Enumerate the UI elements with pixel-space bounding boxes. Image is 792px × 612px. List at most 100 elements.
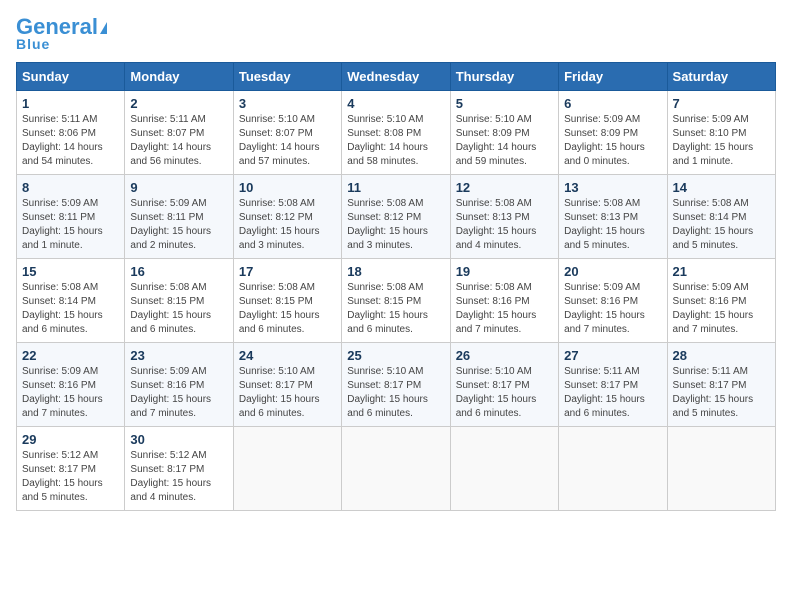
day-info: Sunrise: 5:09 AMSunset: 8:16 PMDaylight:… — [564, 281, 661, 337]
calendar-cell: 8 Sunrise: 5:09 AMSunset: 8:11 PMDayligh… — [17, 175, 125, 259]
day-number: 6 — [564, 96, 661, 111]
week-row-3: 15 Sunrise: 5:08 AMSunset: 8:14 PMDaylig… — [17, 259, 776, 343]
calendar-cell: 3 Sunrise: 5:10 AMSunset: 8:07 PMDayligh… — [233, 91, 341, 175]
calendar-table: SundayMondayTuesdayWednesdayThursdayFrid… — [16, 62, 776, 511]
day-number: 20 — [564, 264, 661, 279]
day-number: 18 — [347, 264, 444, 279]
week-row-1: 1 Sunrise: 5:11 AMSunset: 8:06 PMDayligh… — [17, 91, 776, 175]
day-number: 29 — [22, 432, 119, 447]
calendar-cell: 6 Sunrise: 5:09 AMSunset: 8:09 PMDayligh… — [559, 91, 667, 175]
day-info: Sunrise: 5:08 AMSunset: 8:12 PMDaylight:… — [347, 197, 444, 253]
day-info: Sunrise: 5:08 AMSunset: 8:15 PMDaylight:… — [239, 281, 336, 337]
calendar-cell: 11 Sunrise: 5:08 AMSunset: 8:12 PMDaylig… — [342, 175, 450, 259]
weekday-header-tuesday: Tuesday — [233, 63, 341, 91]
day-number: 26 — [456, 348, 553, 363]
calendar-cell: 15 Sunrise: 5:08 AMSunset: 8:14 PMDaylig… — [17, 259, 125, 343]
calendar-cell: 18 Sunrise: 5:08 AMSunset: 8:15 PMDaylig… — [342, 259, 450, 343]
weekday-header-monday: Monday — [125, 63, 233, 91]
calendar-cell — [450, 427, 558, 511]
day-info: Sunrise: 5:10 AMSunset: 8:17 PMDaylight:… — [239, 365, 336, 421]
page-header: General Blue — [16, 16, 776, 52]
calendar-cell: 28 Sunrise: 5:11 AMSunset: 8:17 PMDaylig… — [667, 343, 775, 427]
day-number: 25 — [347, 348, 444, 363]
weekday-header-thursday: Thursday — [450, 63, 558, 91]
logo-blue: Blue — [16, 36, 50, 52]
calendar-cell: 21 Sunrise: 5:09 AMSunset: 8:16 PMDaylig… — [667, 259, 775, 343]
calendar-cell — [342, 427, 450, 511]
day-info: Sunrise: 5:09 AMSunset: 8:16 PMDaylight:… — [130, 365, 227, 421]
day-info: Sunrise: 5:12 AMSunset: 8:17 PMDaylight:… — [22, 449, 119, 505]
day-number: 10 — [239, 180, 336, 195]
day-number: 19 — [456, 264, 553, 279]
calendar-cell: 17 Sunrise: 5:08 AMSunset: 8:15 PMDaylig… — [233, 259, 341, 343]
calendar-cell: 13 Sunrise: 5:08 AMSunset: 8:13 PMDaylig… — [559, 175, 667, 259]
day-info: Sunrise: 5:11 AMSunset: 8:06 PMDaylight:… — [22, 113, 119, 169]
calendar-cell: 24 Sunrise: 5:10 AMSunset: 8:17 PMDaylig… — [233, 343, 341, 427]
day-info: Sunrise: 5:08 AMSunset: 8:14 PMDaylight:… — [22, 281, 119, 337]
day-number: 7 — [673, 96, 770, 111]
calendar-cell: 19 Sunrise: 5:08 AMSunset: 8:16 PMDaylig… — [450, 259, 558, 343]
day-number: 3 — [239, 96, 336, 111]
day-number: 27 — [564, 348, 661, 363]
day-number: 15 — [22, 264, 119, 279]
day-number: 22 — [22, 348, 119, 363]
day-number: 5 — [456, 96, 553, 111]
calendar-cell: 7 Sunrise: 5:09 AMSunset: 8:10 PMDayligh… — [667, 91, 775, 175]
day-number: 14 — [673, 180, 770, 195]
day-number: 30 — [130, 432, 227, 447]
day-number: 13 — [564, 180, 661, 195]
day-info: Sunrise: 5:09 AMSunset: 8:11 PMDaylight:… — [22, 197, 119, 253]
calendar-cell: 14 Sunrise: 5:08 AMSunset: 8:14 PMDaylig… — [667, 175, 775, 259]
weekday-header-saturday: Saturday — [667, 63, 775, 91]
day-number: 24 — [239, 348, 336, 363]
weekday-header-wednesday: Wednesday — [342, 63, 450, 91]
day-number: 17 — [239, 264, 336, 279]
calendar-cell: 27 Sunrise: 5:11 AMSunset: 8:17 PMDaylig… — [559, 343, 667, 427]
weekday-header-friday: Friday — [559, 63, 667, 91]
day-info: Sunrise: 5:10 AMSunset: 8:07 PMDaylight:… — [239, 113, 336, 169]
calendar-cell — [233, 427, 341, 511]
day-number: 12 — [456, 180, 553, 195]
calendar-cell: 5 Sunrise: 5:10 AMSunset: 8:09 PMDayligh… — [450, 91, 558, 175]
calendar-cell: 16 Sunrise: 5:08 AMSunset: 8:15 PMDaylig… — [125, 259, 233, 343]
weekday-header-sunday: Sunday — [17, 63, 125, 91]
week-row-2: 8 Sunrise: 5:09 AMSunset: 8:11 PMDayligh… — [17, 175, 776, 259]
calendar-cell: 20 Sunrise: 5:09 AMSunset: 8:16 PMDaylig… — [559, 259, 667, 343]
day-number: 1 — [22, 96, 119, 111]
day-number: 21 — [673, 264, 770, 279]
day-number: 11 — [347, 180, 444, 195]
calendar-cell: 22 Sunrise: 5:09 AMSunset: 8:16 PMDaylig… — [17, 343, 125, 427]
day-number: 9 — [130, 180, 227, 195]
logo: General Blue — [16, 16, 107, 52]
day-info: Sunrise: 5:09 AMSunset: 8:16 PMDaylight:… — [673, 281, 770, 337]
calendar-cell — [559, 427, 667, 511]
day-info: Sunrise: 5:10 AMSunset: 8:08 PMDaylight:… — [347, 113, 444, 169]
day-info: Sunrise: 5:11 AMSunset: 8:07 PMDaylight:… — [130, 113, 227, 169]
day-info: Sunrise: 5:09 AMSunset: 8:11 PMDaylight:… — [130, 197, 227, 253]
day-info: Sunrise: 5:08 AMSunset: 8:13 PMDaylight:… — [456, 197, 553, 253]
calendar-cell: 1 Sunrise: 5:11 AMSunset: 8:06 PMDayligh… — [17, 91, 125, 175]
calendar-cell: 2 Sunrise: 5:11 AMSunset: 8:07 PMDayligh… — [125, 91, 233, 175]
day-info: Sunrise: 5:08 AMSunset: 8:14 PMDaylight:… — [673, 197, 770, 253]
day-info: Sunrise: 5:08 AMSunset: 8:16 PMDaylight:… — [456, 281, 553, 337]
calendar-cell: 30 Sunrise: 5:12 AMSunset: 8:17 PMDaylig… — [125, 427, 233, 511]
day-info: Sunrise: 5:12 AMSunset: 8:17 PMDaylight:… — [130, 449, 227, 505]
calendar-cell — [667, 427, 775, 511]
calendar-cell: 23 Sunrise: 5:09 AMSunset: 8:16 PMDaylig… — [125, 343, 233, 427]
day-info: Sunrise: 5:09 AMSunset: 8:10 PMDaylight:… — [673, 113, 770, 169]
calendar-cell: 9 Sunrise: 5:09 AMSunset: 8:11 PMDayligh… — [125, 175, 233, 259]
calendar-cell: 26 Sunrise: 5:10 AMSunset: 8:17 PMDaylig… — [450, 343, 558, 427]
calendar-cell: 10 Sunrise: 5:08 AMSunset: 8:12 PMDaylig… — [233, 175, 341, 259]
day-info: Sunrise: 5:08 AMSunset: 8:15 PMDaylight:… — [130, 281, 227, 337]
calendar-cell: 25 Sunrise: 5:10 AMSunset: 8:17 PMDaylig… — [342, 343, 450, 427]
day-info: Sunrise: 5:10 AMSunset: 8:17 PMDaylight:… — [456, 365, 553, 421]
day-info: Sunrise: 5:11 AMSunset: 8:17 PMDaylight:… — [673, 365, 770, 421]
day-number: 2 — [130, 96, 227, 111]
day-number: 23 — [130, 348, 227, 363]
calendar-cell: 29 Sunrise: 5:12 AMSunset: 8:17 PMDaylig… — [17, 427, 125, 511]
day-number: 16 — [130, 264, 227, 279]
calendar-cell: 12 Sunrise: 5:08 AMSunset: 8:13 PMDaylig… — [450, 175, 558, 259]
day-info: Sunrise: 5:11 AMSunset: 8:17 PMDaylight:… — [564, 365, 661, 421]
day-info: Sunrise: 5:10 AMSunset: 8:09 PMDaylight:… — [456, 113, 553, 169]
day-info: Sunrise: 5:10 AMSunset: 8:17 PMDaylight:… — [347, 365, 444, 421]
